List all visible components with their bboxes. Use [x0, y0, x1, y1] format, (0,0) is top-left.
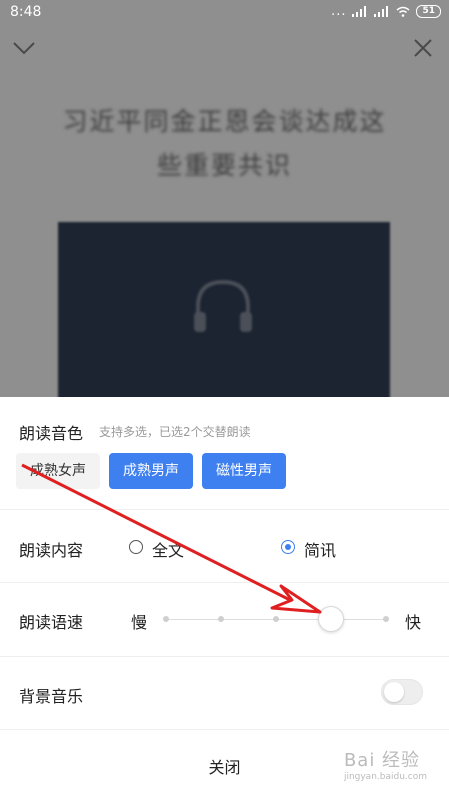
chevron-down-icon[interactable] [12, 40, 36, 56]
radio-full-text[interactable] [129, 540, 143, 554]
speed-step-3[interactable] [273, 616, 279, 622]
toggle-knob [384, 682, 404, 702]
radio-brief-label[interactable]: 简讯 [304, 537, 336, 561]
speed-fast-label: 快 [405, 613, 422, 632]
background-music-toggle[interactable] [381, 679, 423, 705]
voice-section-hint: 支持多选，已选2个交替朗读 [99, 425, 251, 439]
speed-slow-label: 慢 [131, 613, 148, 632]
watermark: Bai 经验 jingyan.baidu.com [344, 746, 427, 782]
status-icons: ... 51 [331, 4, 441, 19]
article-headline-line-2: 些重要共识 [156, 151, 292, 180]
voice-option-mature-female[interactable]: 成熟女声 [16, 453, 100, 489]
speed-step-5[interactable] [383, 616, 389, 622]
headphones-icon [194, 279, 252, 332]
divider [0, 582, 449, 583]
watermark-sub: jingyan.baidu.com [343, 772, 427, 782]
speed-slider-knob[interactable] [318, 606, 344, 632]
signal-icon [352, 6, 368, 17]
divider [0, 509, 449, 510]
radio-brief[interactable] [281, 540, 295, 554]
battery-icon: 51 [416, 5, 441, 18]
voice-option-mature-male[interactable]: 成熟男声 [109, 453, 193, 489]
music-section-title: 背景音乐 [19, 687, 84, 706]
status-time: 8:48 [10, 4, 42, 20]
speed-section-title: 朗读语速 [19, 613, 84, 632]
article-header: 习近平同金正恩会谈达成这 些重要共识 [0, 100, 449, 188]
divider [0, 656, 449, 657]
notification-dots-icon: ... [331, 4, 347, 19]
close-icon[interactable] [413, 38, 433, 58]
radio-full-text-label[interactable]: 全文 [152, 537, 184, 561]
watermark-text: Bai 经验 [343, 750, 421, 771]
speed-step-2[interactable] [218, 616, 224, 622]
status-bar: 8:48 ... 51 [0, 0, 449, 24]
signal-icon-2 [374, 6, 390, 17]
voice-options: 成熟女声 成熟男声 磁性男声 [16, 453, 286, 489]
read-aloud-settings-sheet: 朗读音色 支持多选，已选2个交替朗读 成熟女声 成熟男声 磁性男声 朗读内容 全… [0, 397, 449, 800]
article-headline-line-1: 习近平同金正恩会谈达成这 [62, 107, 387, 136]
wifi-icon [396, 6, 410, 17]
voice-option-magnetic-male[interactable]: 磁性男声 [202, 453, 286, 489]
speed-step-1[interactable] [163, 616, 169, 622]
audio-cover-image [58, 222, 390, 422]
voice-section-title: 朗读音色 [19, 424, 84, 443]
content-section-title: 朗读内容 [19, 541, 84, 560]
divider [0, 729, 449, 730]
